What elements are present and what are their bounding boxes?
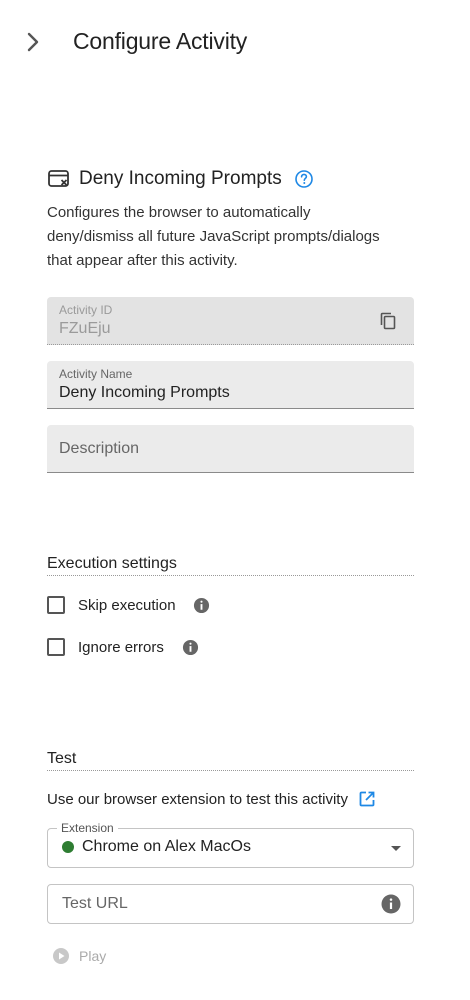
activity-id-field: Activity ID FZuEju	[47, 297, 414, 345]
skip-execution-option: Skip execution	[47, 593, 210, 617]
copy-icon[interactable]	[378, 311, 398, 331]
info-icon[interactable]	[182, 639, 199, 656]
extension-text: Use our browser extension to test this a…	[47, 790, 348, 808]
dropdown-arrow-icon[interactable]	[391, 846, 401, 851]
info-icon[interactable]	[381, 894, 401, 914]
execution-settings-heading: Execution settings	[47, 555, 414, 576]
extension-select-label: Extension	[57, 821, 118, 835]
play-icon	[53, 948, 69, 964]
activity-description: Configures the browser to automatically …	[47, 204, 380, 269]
extension-name: Chrome on Alex MacOs	[82, 838, 251, 855]
skip-execution-label: Skip execution	[78, 596, 176, 614]
play-label: Play	[79, 948, 107, 964]
open-in-new-icon[interactable]	[358, 790, 376, 808]
activity-name-value[interactable]: Deny Incoming Prompts	[59, 384, 230, 402]
description-field[interactable]: Description	[47, 425, 414, 473]
extension-select-value: Chrome on Alex MacOs	[62, 838, 251, 856]
activity-id-value: FZuEju	[59, 320, 111, 337]
play-button[interactable]: Play	[52, 947, 106, 965]
extension-select[interactable]: Extension Chrome on Alex MacOs	[47, 821, 414, 868]
browser-deny-icon	[48, 170, 69, 187]
activity-title: Deny Incoming Prompts	[79, 168, 282, 189]
activity-name-field[interactable]: Activity Name Deny Incoming Prompts	[47, 361, 414, 409]
test-heading: Test	[47, 750, 414, 771]
page-title: Configure Activity	[73, 28, 248, 54]
status-dot-icon	[62, 841, 74, 853]
help-circle-icon[interactable]	[294, 169, 314, 189]
header: Configure Activity	[0, 0, 470, 84]
info-icon[interactable]	[193, 597, 210, 614]
activity-heading: Deny Incoming Prompts	[47, 166, 414, 192]
extension-info: Use our browser extension to test this a…	[47, 790, 376, 808]
ignore-errors-label: Ignore errors	[78, 638, 164, 656]
activity-id-label: Activity ID	[59, 303, 113, 317]
ignore-errors-checkbox[interactable]	[47, 638, 65, 656]
test-url-placeholder: Test URL	[62, 895, 128, 912]
test-url-input[interactable]: Test URL	[47, 884, 414, 924]
activity-name-label: Activity Name	[59, 367, 133, 381]
ignore-errors-option: Ignore errors	[47, 635, 199, 659]
chevron-right-icon[interactable]	[22, 28, 44, 56]
skip-execution-checkbox[interactable]	[47, 596, 65, 614]
description-placeholder: Description	[59, 440, 140, 457]
